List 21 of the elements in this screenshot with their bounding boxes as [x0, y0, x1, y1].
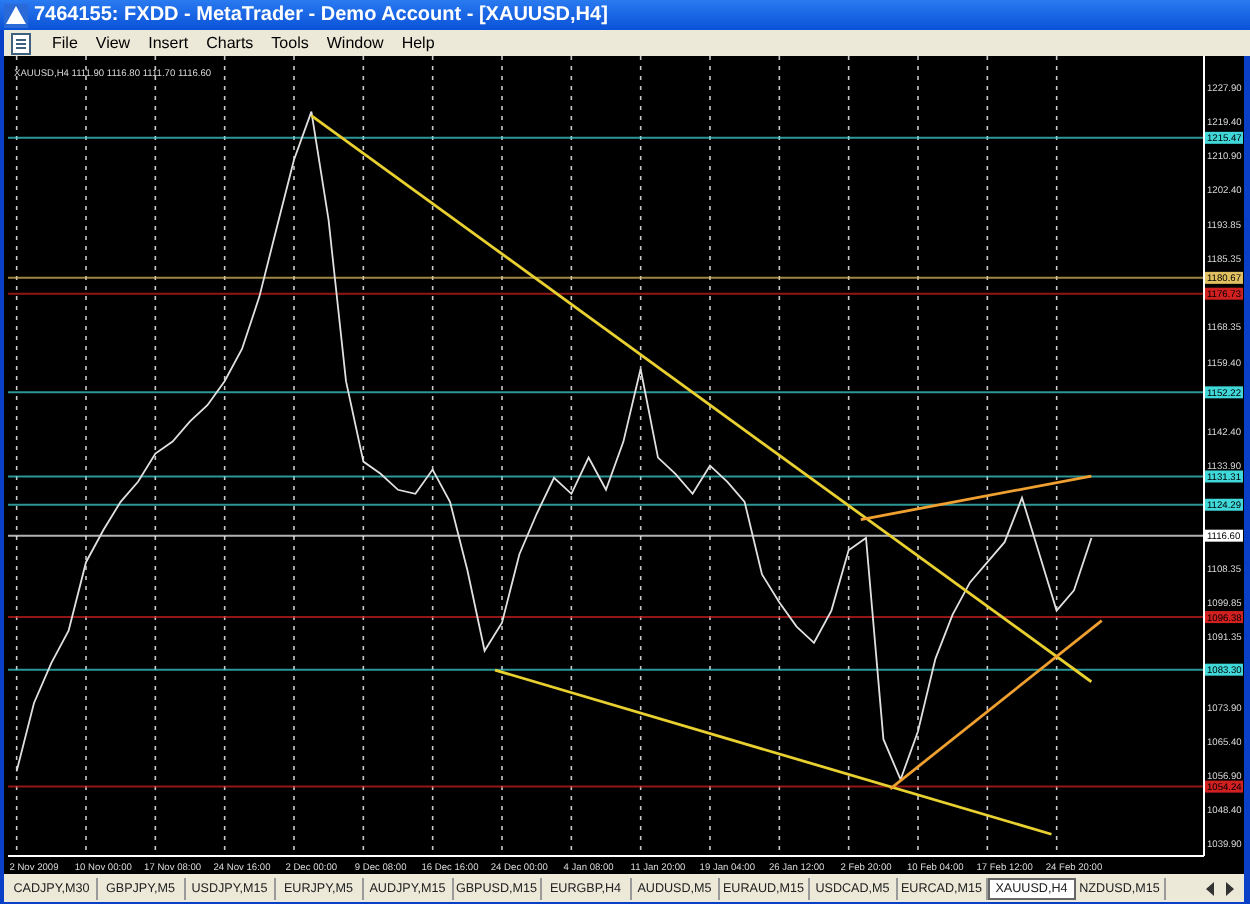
horizontal-line[interactable]	[7, 785, 1205, 788]
scroll-right-icon[interactable]	[1224, 881, 1236, 895]
menu-item[interactable]: Window	[326, 34, 384, 52]
horizontal-line[interactable]	[7, 391, 1205, 394]
window-title: 7464155: FXDD - MetaTrader - Demo Account - [XAUUSD,H4]	[34, 4, 608, 26]
document-icon[interactable]	[10, 31, 34, 55]
menu-item[interactable]: Charts	[206, 34, 254, 52]
horizontal-line[interactable]	[7, 136, 1205, 139]
menu-item[interactable]: Help	[401, 34, 435, 52]
horizontal-line[interactable]	[7, 616, 1205, 619]
menu-item[interactable]: Tools	[271, 34, 309, 52]
horizontal-line[interactable]	[7, 475, 1205, 478]
menu-item[interactable]: File	[52, 34, 78, 52]
trendlines-drawing[interactable]	[310, 114, 1103, 836]
horizontal-line[interactable]	[7, 276, 1205, 279]
menu-item[interactable]: Insert	[148, 34, 189, 52]
triangle-icon	[4, 3, 28, 27]
horizontal-line[interactable]	[7, 503, 1205, 506]
menu-item[interactable]: View	[95, 34, 131, 52]
scroll-left-icon[interactable]	[1204, 881, 1216, 895]
horizontal-line[interactable]	[7, 668, 1205, 671]
